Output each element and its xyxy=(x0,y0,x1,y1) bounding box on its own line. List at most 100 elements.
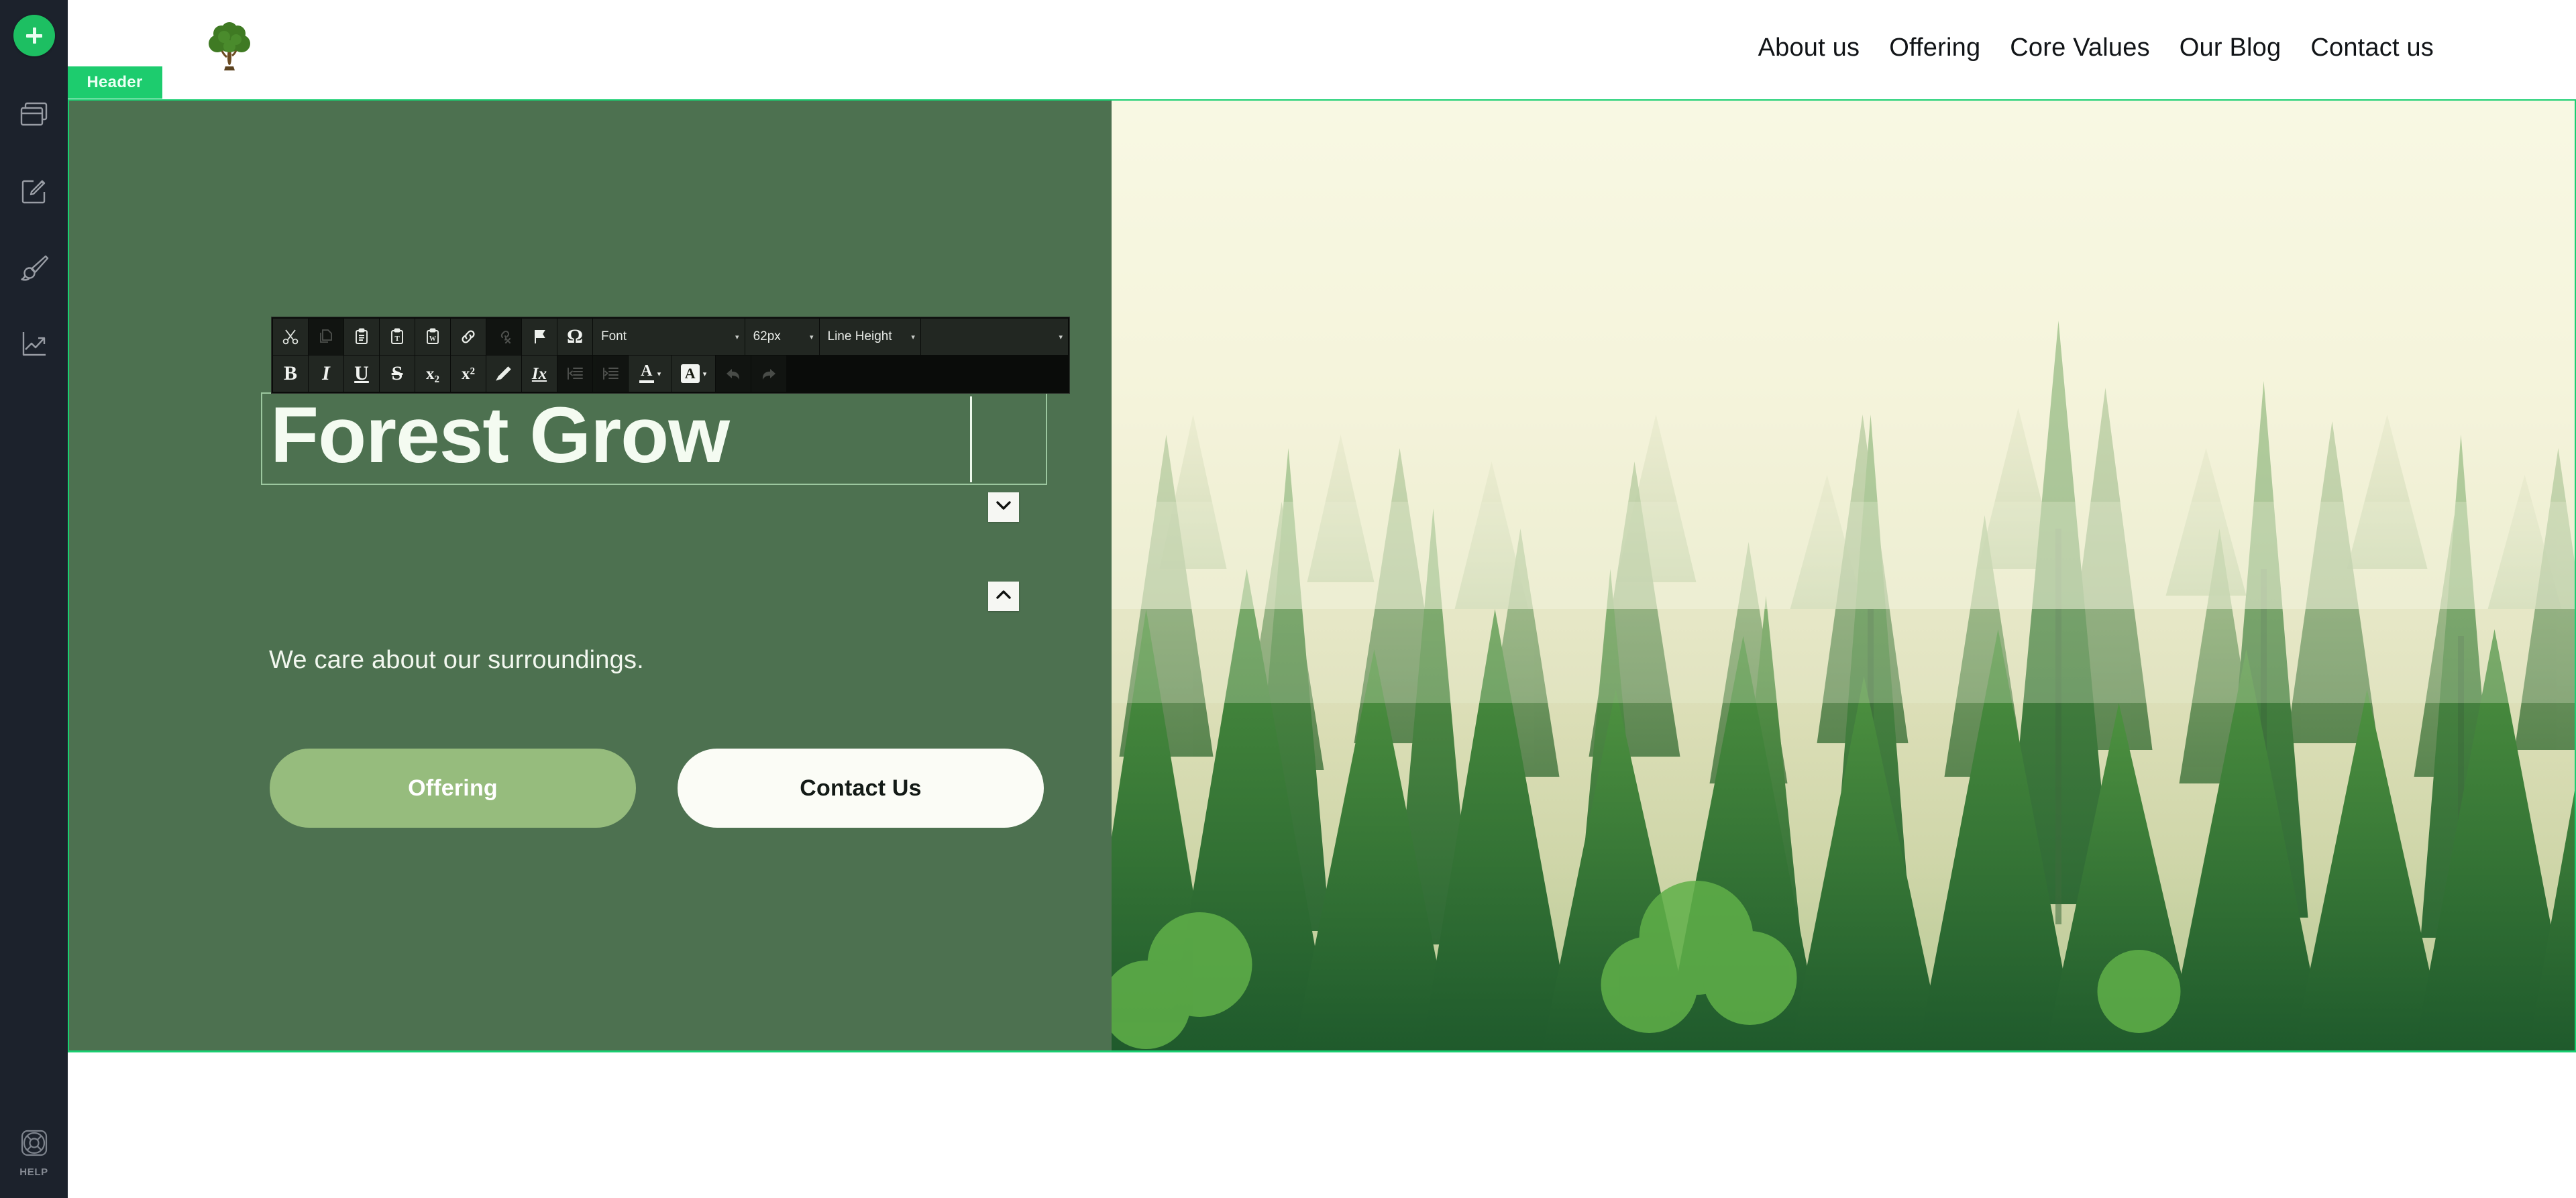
clipboard-word-icon: W xyxy=(424,328,441,345)
left-toolbar-items xyxy=(15,95,54,364)
edit-square-icon xyxy=(19,176,50,207)
clipboard-icon xyxy=(353,328,370,345)
clipboard-text-icon: T xyxy=(388,328,406,345)
underline-icon: U xyxy=(354,362,369,384)
plus-icon xyxy=(24,25,44,46)
strikethrough-icon: S xyxy=(391,362,403,384)
nav-item-contact-us[interactable]: Contact us xyxy=(2310,34,2434,62)
chevron-down-icon: ▾ xyxy=(1059,333,1063,341)
remove-format-button[interactable]: Ix xyxy=(522,356,557,392)
svg-text:W: W xyxy=(429,335,436,343)
outdent-button[interactable] xyxy=(557,356,592,392)
chevron-down-icon: ▾ xyxy=(735,333,739,341)
indent-button[interactable] xyxy=(593,356,628,392)
sidebar-item-analytics[interactable] xyxy=(15,325,54,364)
omega-icon: Ω xyxy=(566,325,584,347)
flag-icon xyxy=(531,328,548,345)
help-button[interactable]: HELP xyxy=(0,1128,68,1178)
text-caret xyxy=(970,396,972,482)
undo-button[interactable] xyxy=(716,356,751,392)
hero-image[interactable] xyxy=(1112,99,2576,1052)
text-color-button[interactable]: A ▾ xyxy=(629,356,672,392)
chevron-down-icon xyxy=(996,500,1012,514)
nav-item-our-blog[interactable]: Our Blog xyxy=(2180,34,2282,62)
font-family-select[interactable]: Font ▾ xyxy=(593,319,745,355)
redo-button[interactable] xyxy=(751,356,786,392)
rich-text-toolbar: T W Ω Font ▾ 62px ▾ Line Height ▾ ▾ B I … xyxy=(271,317,1070,394)
hero-subtitle: We care about our surroundings. xyxy=(269,646,644,674)
heading-edit-box[interactable]: Forest Grow xyxy=(261,391,1047,485)
font-size-value: 62px xyxy=(753,329,781,343)
move-up-handle[interactable] xyxy=(988,582,1019,611)
background-color-icon: A ▾ xyxy=(680,364,706,383)
unlink-button[interactable] xyxy=(486,319,521,355)
site-logo[interactable] xyxy=(195,15,264,83)
toolbar-row-clipboard: T W Ω Font ▾ 62px ▾ Line Height ▾ ▾ xyxy=(273,319,1068,355)
move-down-handle[interactable] xyxy=(988,492,1019,522)
cut-button[interactable] xyxy=(273,319,308,355)
paste-as-text-button[interactable]: T xyxy=(380,319,415,355)
offering-button[interactable]: Offering xyxy=(270,749,636,828)
strikethrough-button[interactable]: S xyxy=(380,356,415,392)
unlink-icon xyxy=(495,328,513,345)
chevron-up-icon xyxy=(996,590,1012,603)
paste-from-word-button[interactable]: W xyxy=(415,319,450,355)
line-height-select[interactable]: Line Height ▾ xyxy=(819,319,920,355)
copy-icon xyxy=(317,328,335,345)
page-root: HELP About us Offering Core Values Our B… xyxy=(0,0,2576,1198)
site-canvas: About us Offering Core Values Our Blog C… xyxy=(67,0,2576,1198)
hero-section[interactable]: Header Forest Grow We care about our sur… xyxy=(67,66,2576,1052)
special-char-button[interactable]: Ω xyxy=(557,319,592,355)
nav-item-about-us[interactable]: About us xyxy=(1758,34,1860,62)
link-icon xyxy=(460,328,477,345)
lifebuoy-icon xyxy=(19,1128,50,1162)
pages-stack-icon xyxy=(19,100,50,129)
tree-logo-icon xyxy=(199,17,260,82)
bg-color-button[interactable]: A ▾ xyxy=(672,356,715,392)
superscript-icon: x² xyxy=(462,364,475,383)
italic-button[interactable]: I xyxy=(309,356,343,392)
main-nav: About us Offering Core Values Our Blog C… xyxy=(1758,34,2434,62)
outdent-icon xyxy=(566,365,584,382)
scissors-icon xyxy=(282,328,299,345)
text-color-icon: A ▾ xyxy=(639,363,661,383)
subscript-icon: x₂ xyxy=(426,364,439,383)
paste-button[interactable] xyxy=(344,319,379,355)
subscript-button[interactable]: x₂ xyxy=(415,356,450,392)
hero-heading[interactable]: Forest Grow xyxy=(270,382,730,489)
indent-icon xyxy=(602,365,619,382)
extra-style-select[interactable]: ▾ xyxy=(920,319,1068,355)
font-family-value: Font xyxy=(601,329,627,343)
font-size-select[interactable]: 62px ▾ xyxy=(745,319,819,355)
chevron-down-icon: ▾ xyxy=(809,333,814,341)
nav-item-core-values[interactable]: Core Values xyxy=(2010,34,2150,62)
line-height-value: Line Height xyxy=(827,329,892,343)
copy-button[interactable] xyxy=(309,319,343,355)
svg-text:T: T xyxy=(394,335,400,343)
section-label-badge[interactable]: Header xyxy=(67,66,162,99)
underline-button[interactable]: U xyxy=(344,356,379,392)
chevron-down-icon: ▾ xyxy=(911,333,915,341)
sidebar-item-pages[interactable] xyxy=(15,95,54,134)
copy-formatting-button[interactable] xyxy=(486,356,521,392)
undo-arrow-icon xyxy=(724,365,742,382)
link-button[interactable] xyxy=(451,319,486,355)
italic-icon: I xyxy=(322,362,330,384)
anchor-button[interactable] xyxy=(522,319,557,355)
misty-pine-forest-image xyxy=(1112,99,2576,1052)
hero-content: Forest Grow We care about our surroundin… xyxy=(68,99,1112,1052)
remove-format-icon: Ix xyxy=(531,364,547,383)
bold-icon: B xyxy=(283,362,297,384)
contact-us-button[interactable]: Contact Us xyxy=(678,749,1044,828)
left-toolbar: HELP xyxy=(0,0,68,1198)
site-header: About us Offering Core Values Our Blog C… xyxy=(68,0,2576,99)
sidebar-item-design[interactable] xyxy=(15,248,54,287)
superscript-button[interactable]: x² xyxy=(451,356,486,392)
format-painter-icon xyxy=(495,365,513,382)
trend-up-icon xyxy=(19,329,50,360)
sidebar-item-editor[interactable] xyxy=(15,172,54,211)
bold-button[interactable]: B xyxy=(273,356,308,392)
nav-item-offering[interactable]: Offering xyxy=(1889,34,1980,62)
add-element-button[interactable] xyxy=(13,15,55,56)
redo-arrow-icon xyxy=(760,365,777,382)
